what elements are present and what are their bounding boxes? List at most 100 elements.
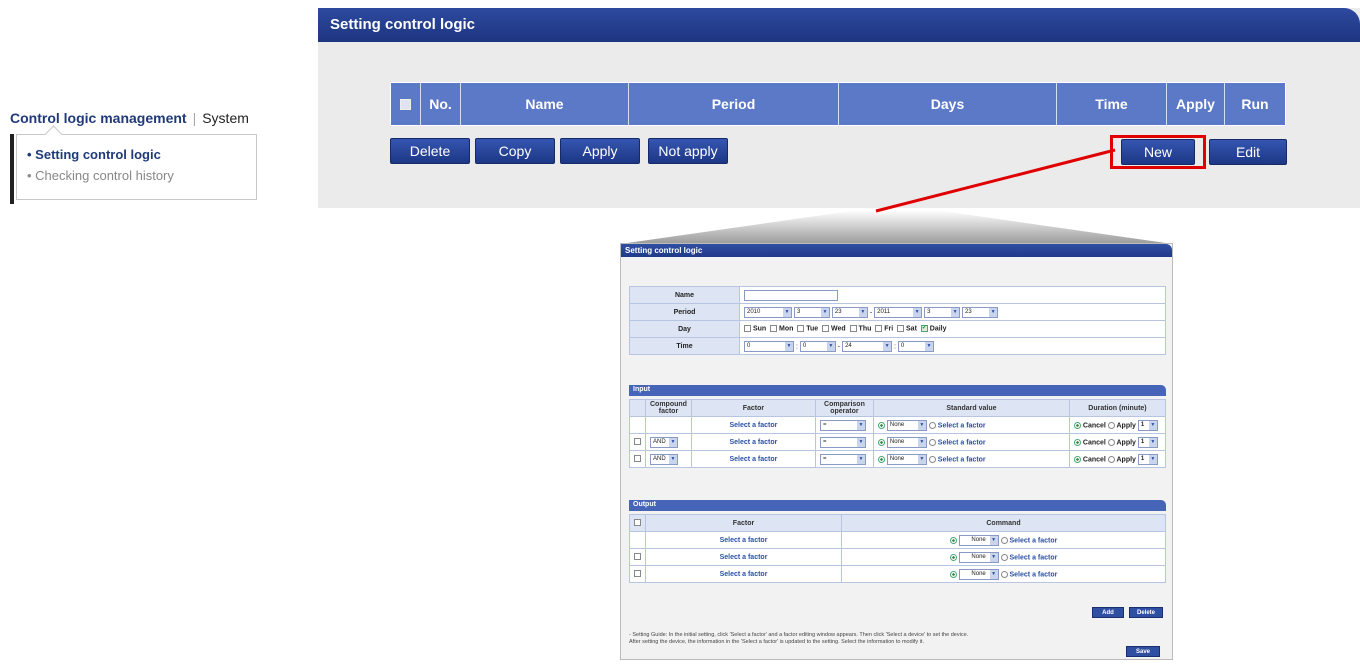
day-tue-checkbox[interactable] — [797, 325, 805, 333]
command-none-select[interactable]: None ▼ — [958, 551, 999, 563]
standard-none-radio[interactable] — [877, 438, 885, 446]
standard-none-select[interactable]: None ▼ — [886, 453, 927, 465]
popup-title: Setting control logic — [621, 244, 1172, 257]
guide-line-2: After setting the device, the informatio… — [629, 639, 924, 645]
duration-apply-radio[interactable] — [1107, 455, 1115, 463]
period-start-year[interactable]: 2010 ▼ — [744, 306, 792, 318]
command-none-radio[interactable] — [949, 536, 957, 544]
command-factor-radio[interactable] — [1000, 536, 1008, 544]
standard-select-factor-link[interactable]: Select a factor — [938, 456, 986, 463]
output-section-title: Output — [629, 500, 1166, 511]
input-row-checkbox[interactable] — [634, 438, 641, 446]
day-fri-checkbox[interactable] — [875, 325, 883, 333]
output-select-factor-link[interactable]: Select a factor — [645, 531, 842, 549]
period-end-month[interactable]: 3 ▼ — [924, 306, 961, 318]
days-cell: Sun Mon Tue Wed Thu Fri Sat ✓ Daily — [739, 320, 1166, 338]
time-end-hour[interactable]: 24 ▼ — [842, 340, 893, 352]
standard-none-select[interactable]: None ▼ — [886, 436, 927, 448]
operator-select[interactable]: = ▼ — [819, 453, 866, 465]
callout-line — [875, 148, 1116, 213]
command-none-radio[interactable] — [949, 553, 957, 561]
name-cell — [739, 286, 1166, 304]
input-select-factor-link[interactable]: Select a factor — [690, 433, 816, 451]
compound-select[interactable]: AND ▼ — [650, 453, 678, 465]
day-thu-label: Thu — [858, 325, 872, 333]
command-factor-radio[interactable] — [1000, 553, 1008, 561]
operator-select[interactable]: = ▼ — [819, 419, 866, 431]
add-button[interactable]: Add — [1092, 607, 1124, 618]
zoom-trapezoid — [620, 210, 1173, 244]
standard-factor-radio[interactable] — [928, 438, 936, 446]
command-none-select[interactable]: None ▼ — [958, 568, 999, 580]
day-sun-checkbox[interactable] — [744, 325, 751, 333]
input-row-checkbox[interactable] — [634, 455, 641, 463]
day-sat-checkbox[interactable] — [897, 325, 905, 333]
command-none-select[interactable]: None ▼ — [958, 534, 999, 546]
standard-select-factor-link[interactable]: Select a factor — [938, 422, 986, 429]
input-section-title: Input — [629, 385, 1166, 396]
period-start-day[interactable]: 23 ▼ — [831, 306, 868, 318]
standard-factor-radio[interactable] — [928, 455, 936, 463]
output-select-all-cell[interactable] — [629, 514, 646, 532]
day-fri-label: Fri — [884, 325, 894, 333]
standard-none-radio[interactable] — [877, 455, 885, 463]
output-row-checkbox[interactable] — [634, 553, 641, 561]
duration-select[interactable]: 1 ▼ — [1137, 436, 1158, 448]
time-start-hour[interactable]: 0 ▼ — [744, 340, 794, 352]
input-row: Select a factor = ▼ None ▼ Select a factor… — [629, 416, 1167, 434]
input-col-operator: Comparison operator — [814, 399, 874, 417]
input-col-standard: Standard value — [872, 399, 1070, 417]
output-select-factor-link[interactable]: Select a factor — [645, 565, 842, 583]
time-end-minute[interactable]: 0 ▼ — [897, 340, 934, 352]
period-start-month[interactable]: 3 ▼ — [793, 306, 830, 318]
command-select-factor-link[interactable]: Select a factor — [1010, 537, 1058, 544]
output-row-checkbox[interactable] — [634, 570, 641, 578]
time-start-minute[interactable]: 0 ▼ — [799, 340, 836, 352]
standard-none-select[interactable]: None ▼ — [886, 419, 927, 431]
day-sun-label: Sun — [752, 325, 767, 333]
command-select-factor-link[interactable]: Select a factor — [1010, 571, 1058, 578]
output-table: Factor Command Select a factor None ▼ Sel… — [629, 514, 1166, 583]
day-wed-label: Wed — [831, 325, 846, 333]
day-wed-checkbox[interactable] — [822, 325, 830, 333]
command-factor-radio[interactable] — [1000, 570, 1008, 578]
duration-apply-radio[interactable] — [1107, 438, 1115, 446]
input-row: AND ▼ Select a factor = ▼ None ▼ Select a f… — [629, 433, 1167, 451]
output-select-all-checkbox[interactable] — [634, 519, 641, 527]
output-col-command: Command — [841, 514, 1166, 532]
duration-cancel-radio[interactable] — [1073, 438, 1081, 446]
guide-line-1: - Setting Guide: In the initial setting,… — [629, 632, 969, 638]
day-mon-label: Mon — [779, 325, 794, 333]
basic-settings-table: Name Period 2010 ▼ 3 ▼ 23 ▼ - 2011 ▼ 3 ▼ 23 ▼ … — [629, 286, 1166, 355]
input-select-factor-link[interactable]: Select a factor — [690, 416, 816, 434]
operator-select[interactable]: = ▼ — [819, 436, 866, 448]
duration-apply-radio[interactable] — [1107, 421, 1115, 429]
day-thu-checkbox[interactable] — [849, 325, 857, 333]
input-col-duration: Duration (minute) — [1068, 399, 1167, 417]
period-label: Period — [629, 303, 740, 321]
period-end-day[interactable]: 23 ▼ — [962, 306, 999, 318]
duration-select[interactable]: 1 ▼ — [1137, 453, 1158, 465]
compound-select[interactable]: AND ▼ — [650, 436, 678, 448]
popup-delete-button[interactable]: Delete — [1129, 607, 1163, 618]
standard-select-factor-link[interactable]: Select a factor — [938, 439, 986, 446]
output-row: Select a factor None ▼ Select a factor — [629, 548, 1166, 566]
day-daily-label: Daily — [929, 325, 947, 333]
duration-cancel-radio[interactable] — [1073, 421, 1081, 429]
output-select-factor-link[interactable]: Select a factor — [645, 548, 842, 566]
command-select-factor-link[interactable]: Select a factor — [1010, 554, 1058, 561]
duration-select[interactable]: 1 ▼ — [1137, 419, 1158, 431]
save-button[interactable]: Save — [1126, 646, 1160, 657]
setting-guide: - Setting Guide: In the initial setting,… — [629, 632, 1169, 646]
input-table: Compound factor Factor Comparison operat… — [629, 399, 1167, 468]
name-input[interactable] — [744, 289, 838, 301]
input-select-factor-link[interactable]: Select a factor — [690, 450, 816, 468]
duration-cancel-radio[interactable] — [1073, 455, 1081, 463]
command-none-radio[interactable] — [949, 570, 957, 578]
standard-factor-radio[interactable] — [928, 421, 936, 429]
day-tue-label: Tue — [806, 325, 819, 333]
day-daily-checkbox[interactable]: ✓ — [920, 325, 928, 333]
period-end-year[interactable]: 2011 ▼ — [874, 306, 923, 318]
day-mon-checkbox[interactable] — [770, 325, 778, 333]
standard-none-radio[interactable] — [877, 421, 885, 429]
